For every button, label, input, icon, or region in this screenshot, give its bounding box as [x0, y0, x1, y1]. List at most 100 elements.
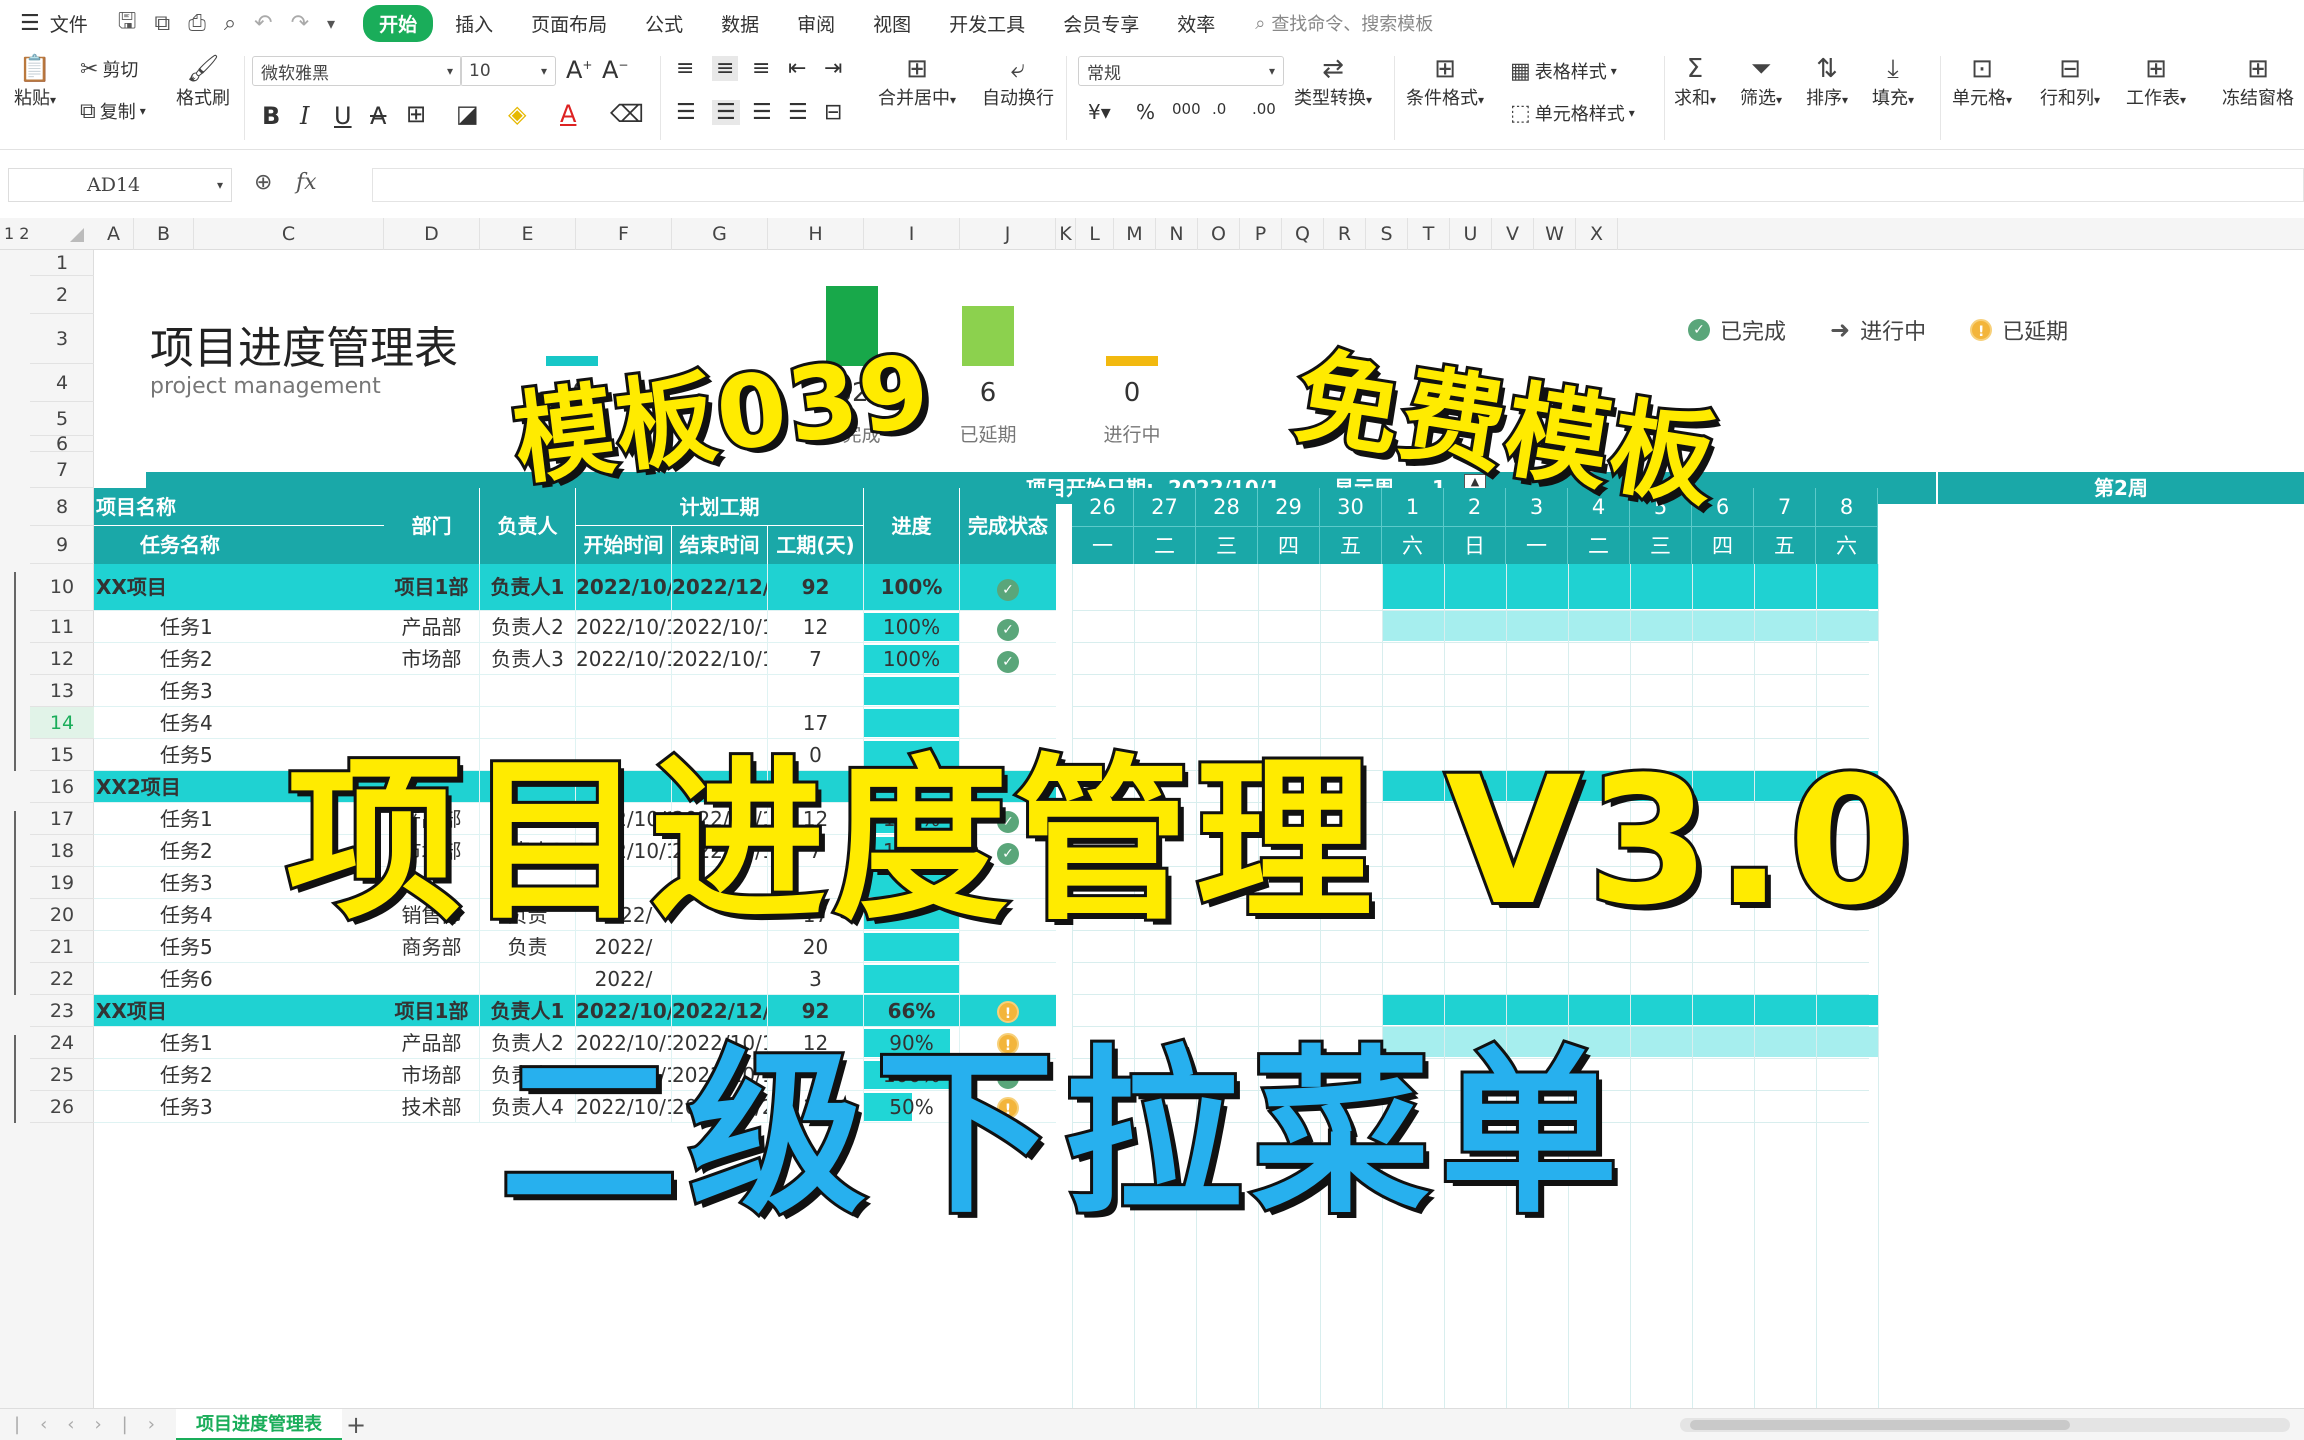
row-end[interactable]: 2022/10/19: [672, 643, 768, 675]
command-search[interactable]: ⌕ 查找命令、搜索模板: [1255, 10, 1433, 36]
horizontal-scrollbar[interactable]: [1680, 1418, 2290, 1432]
row-owner[interactable]: 负责人2: [480, 611, 576, 643]
align-left-icon[interactable]: ☰: [676, 100, 696, 125]
row-name[interactable]: 任务1: [94, 1027, 426, 1059]
tab-8[interactable]: 会员专享: [1047, 5, 1155, 42]
outline-level-1[interactable]: 1: [4, 224, 14, 243]
freeze-panes-button[interactable]: ⊞ 冻结窗格: [2222, 54, 2294, 110]
row-header-16[interactable]: 16: [30, 771, 94, 803]
row-header-10[interactable]: 10: [30, 564, 94, 611]
sort-button[interactable]: ⇅ 排序▾: [1806, 54, 1848, 110]
clear-format-icon[interactable]: ⌫: [610, 100, 644, 128]
row-name[interactable]: XX项目: [94, 995, 426, 1027]
row-header-24[interactable]: 24: [30, 1027, 94, 1059]
align-top-icon[interactable]: ≡: [676, 56, 694, 81]
tab-4[interactable]: 数据: [705, 5, 775, 42]
row-header-21[interactable]: 21: [30, 931, 94, 963]
column-header-V[interactable]: V: [1492, 218, 1534, 250]
row-dept[interactable]: 项目1部: [384, 564, 480, 611]
tab-0[interactable]: 开始: [363, 4, 434, 42]
filter-button[interactable]: ⏷ 筛选▾: [1740, 54, 1782, 110]
border-icon[interactable]: ⊞: [406, 100, 426, 128]
sheet-nav-icons[interactable]: |‹‹›|›: [14, 1409, 175, 1440]
outline-level-2[interactable]: 2: [19, 224, 29, 243]
row-header-13[interactable]: 13: [30, 675, 94, 707]
decrease-decimal-icon[interactable]: .00: [1252, 100, 1276, 118]
underline-icon[interactable]: U: [334, 102, 352, 130]
column-header-X[interactable]: X: [1576, 218, 1618, 250]
font-name-select[interactable]: 微软雅黑 ▾: [252, 56, 462, 86]
row-header-15[interactable]: 15: [30, 739, 94, 771]
hamburger-menu-icon[interactable]: ☰: [20, 11, 40, 36]
italic-icon[interactable]: I: [300, 102, 309, 130]
print-preview-icon[interactable]: ⌕: [224, 11, 236, 36]
column-header-H[interactable]: H: [768, 218, 864, 250]
row-header-12[interactable]: 12: [30, 643, 94, 675]
font-size-select[interactable]: 10 ▾: [460, 56, 556, 86]
tab-1[interactable]: 插入: [439, 5, 509, 42]
fill-button[interactable]: ⤓ 填充▾: [1872, 54, 1914, 110]
file-menu[interactable]: 文件: [50, 10, 88, 37]
row-progress-cell[interactable]: 100%: [864, 611, 960, 643]
formula-input[interactable]: [372, 168, 2304, 202]
row-header-23[interactable]: 23: [30, 995, 94, 1027]
column-header-D[interactable]: D: [384, 218, 480, 250]
percent-icon[interactable]: %: [1136, 100, 1155, 124]
type-convert-button[interactable]: ⇄ 类型转换▾: [1294, 54, 1372, 110]
row-name[interactable]: 任务1: [94, 611, 426, 643]
row-dept[interactable]: 市场部: [384, 1059, 480, 1091]
cell-style-button[interactable]: ⬚ 单元格样式 ▾: [1510, 100, 1635, 126]
row-header-19[interactable]: 19: [30, 867, 94, 899]
column-header-Q[interactable]: Q: [1282, 218, 1324, 250]
row-start[interactable]: 2022/10/13: [576, 643, 672, 675]
outline-group-bracket[interactable]: [14, 1035, 16, 1123]
bold-icon[interactable]: B: [262, 102, 280, 130]
row-header-2[interactable]: 2: [30, 276, 94, 314]
tab-3[interactable]: 公式: [629, 5, 699, 42]
row-header-11[interactable]: 11: [30, 611, 94, 643]
column-header-P[interactable]: P: [1240, 218, 1282, 250]
row-header-22[interactable]: 22: [30, 963, 94, 995]
row-header-18[interactable]: 18: [30, 835, 94, 867]
column-header-E[interactable]: E: [480, 218, 576, 250]
align-middle-icon[interactable]: ≡: [712, 56, 739, 81]
column-header-I[interactable]: I: [864, 218, 960, 250]
distributed-icon[interactable]: ⊟: [824, 100, 842, 125]
row-status-cell[interactable]: ✓: [960, 643, 1056, 675]
row-end[interactable]: 2022/10/12: [672, 611, 768, 643]
increase-indent-icon[interactable]: ⇥: [824, 56, 842, 81]
row-header-8[interactable]: 8: [30, 488, 94, 526]
tab-7[interactable]: 开发工具: [933, 5, 1041, 42]
column-header-K[interactable]: K: [1056, 218, 1076, 250]
outline-level-buttons[interactable]: 1 2: [4, 218, 29, 250]
align-center-icon[interactable]: ☰: [712, 100, 740, 125]
column-header-U[interactable]: U: [1450, 218, 1492, 250]
increase-font-icon[interactable]: A+: [566, 56, 592, 84]
paste-button[interactable]: 📋 粘贴▾: [14, 54, 56, 110]
row-dept[interactable]: 市场部: [384, 643, 480, 675]
increase-decimal-icon[interactable]: .0: [1212, 100, 1226, 118]
tab-9[interactable]: 效率: [1161, 5, 1231, 42]
row-header-25[interactable]: 25: [30, 1059, 94, 1091]
add-sheet-button[interactable]: +: [346, 1409, 366, 1440]
column-header-M[interactable]: M: [1114, 218, 1156, 250]
row-duration[interactable]: 7: [768, 643, 864, 675]
row-status-cell[interactable]: ✓: [960, 611, 1056, 643]
row-name[interactable]: XX项目: [94, 564, 426, 611]
worksheet-button[interactable]: ⊞ 工作表▾: [2126, 54, 2186, 110]
row-status-cell[interactable]: ✓: [960, 564, 1056, 611]
column-header-F[interactable]: F: [576, 218, 672, 250]
outline-group-bracket[interactable]: [14, 811, 16, 995]
row-dept[interactable]: 项目1部: [384, 995, 480, 1027]
fx-icon[interactable]: fx: [296, 170, 317, 195]
zoom-formula-icon[interactable]: ⊕: [254, 170, 272, 195]
strikethrough-icon[interactable]: A: [370, 102, 386, 130]
align-bottom-icon[interactable]: ≡: [752, 56, 770, 81]
export-icon[interactable]: ⧉: [155, 11, 171, 36]
tab-5[interactable]: 审阅: [781, 5, 851, 42]
row-header-5[interactable]: 5: [30, 402, 94, 436]
row-header-4[interactable]: 4: [30, 364, 94, 402]
row-owner[interactable]: 负责人1: [480, 564, 576, 611]
column-header-B[interactable]: B: [134, 218, 194, 250]
justify-icon[interactable]: ☰: [788, 100, 808, 125]
